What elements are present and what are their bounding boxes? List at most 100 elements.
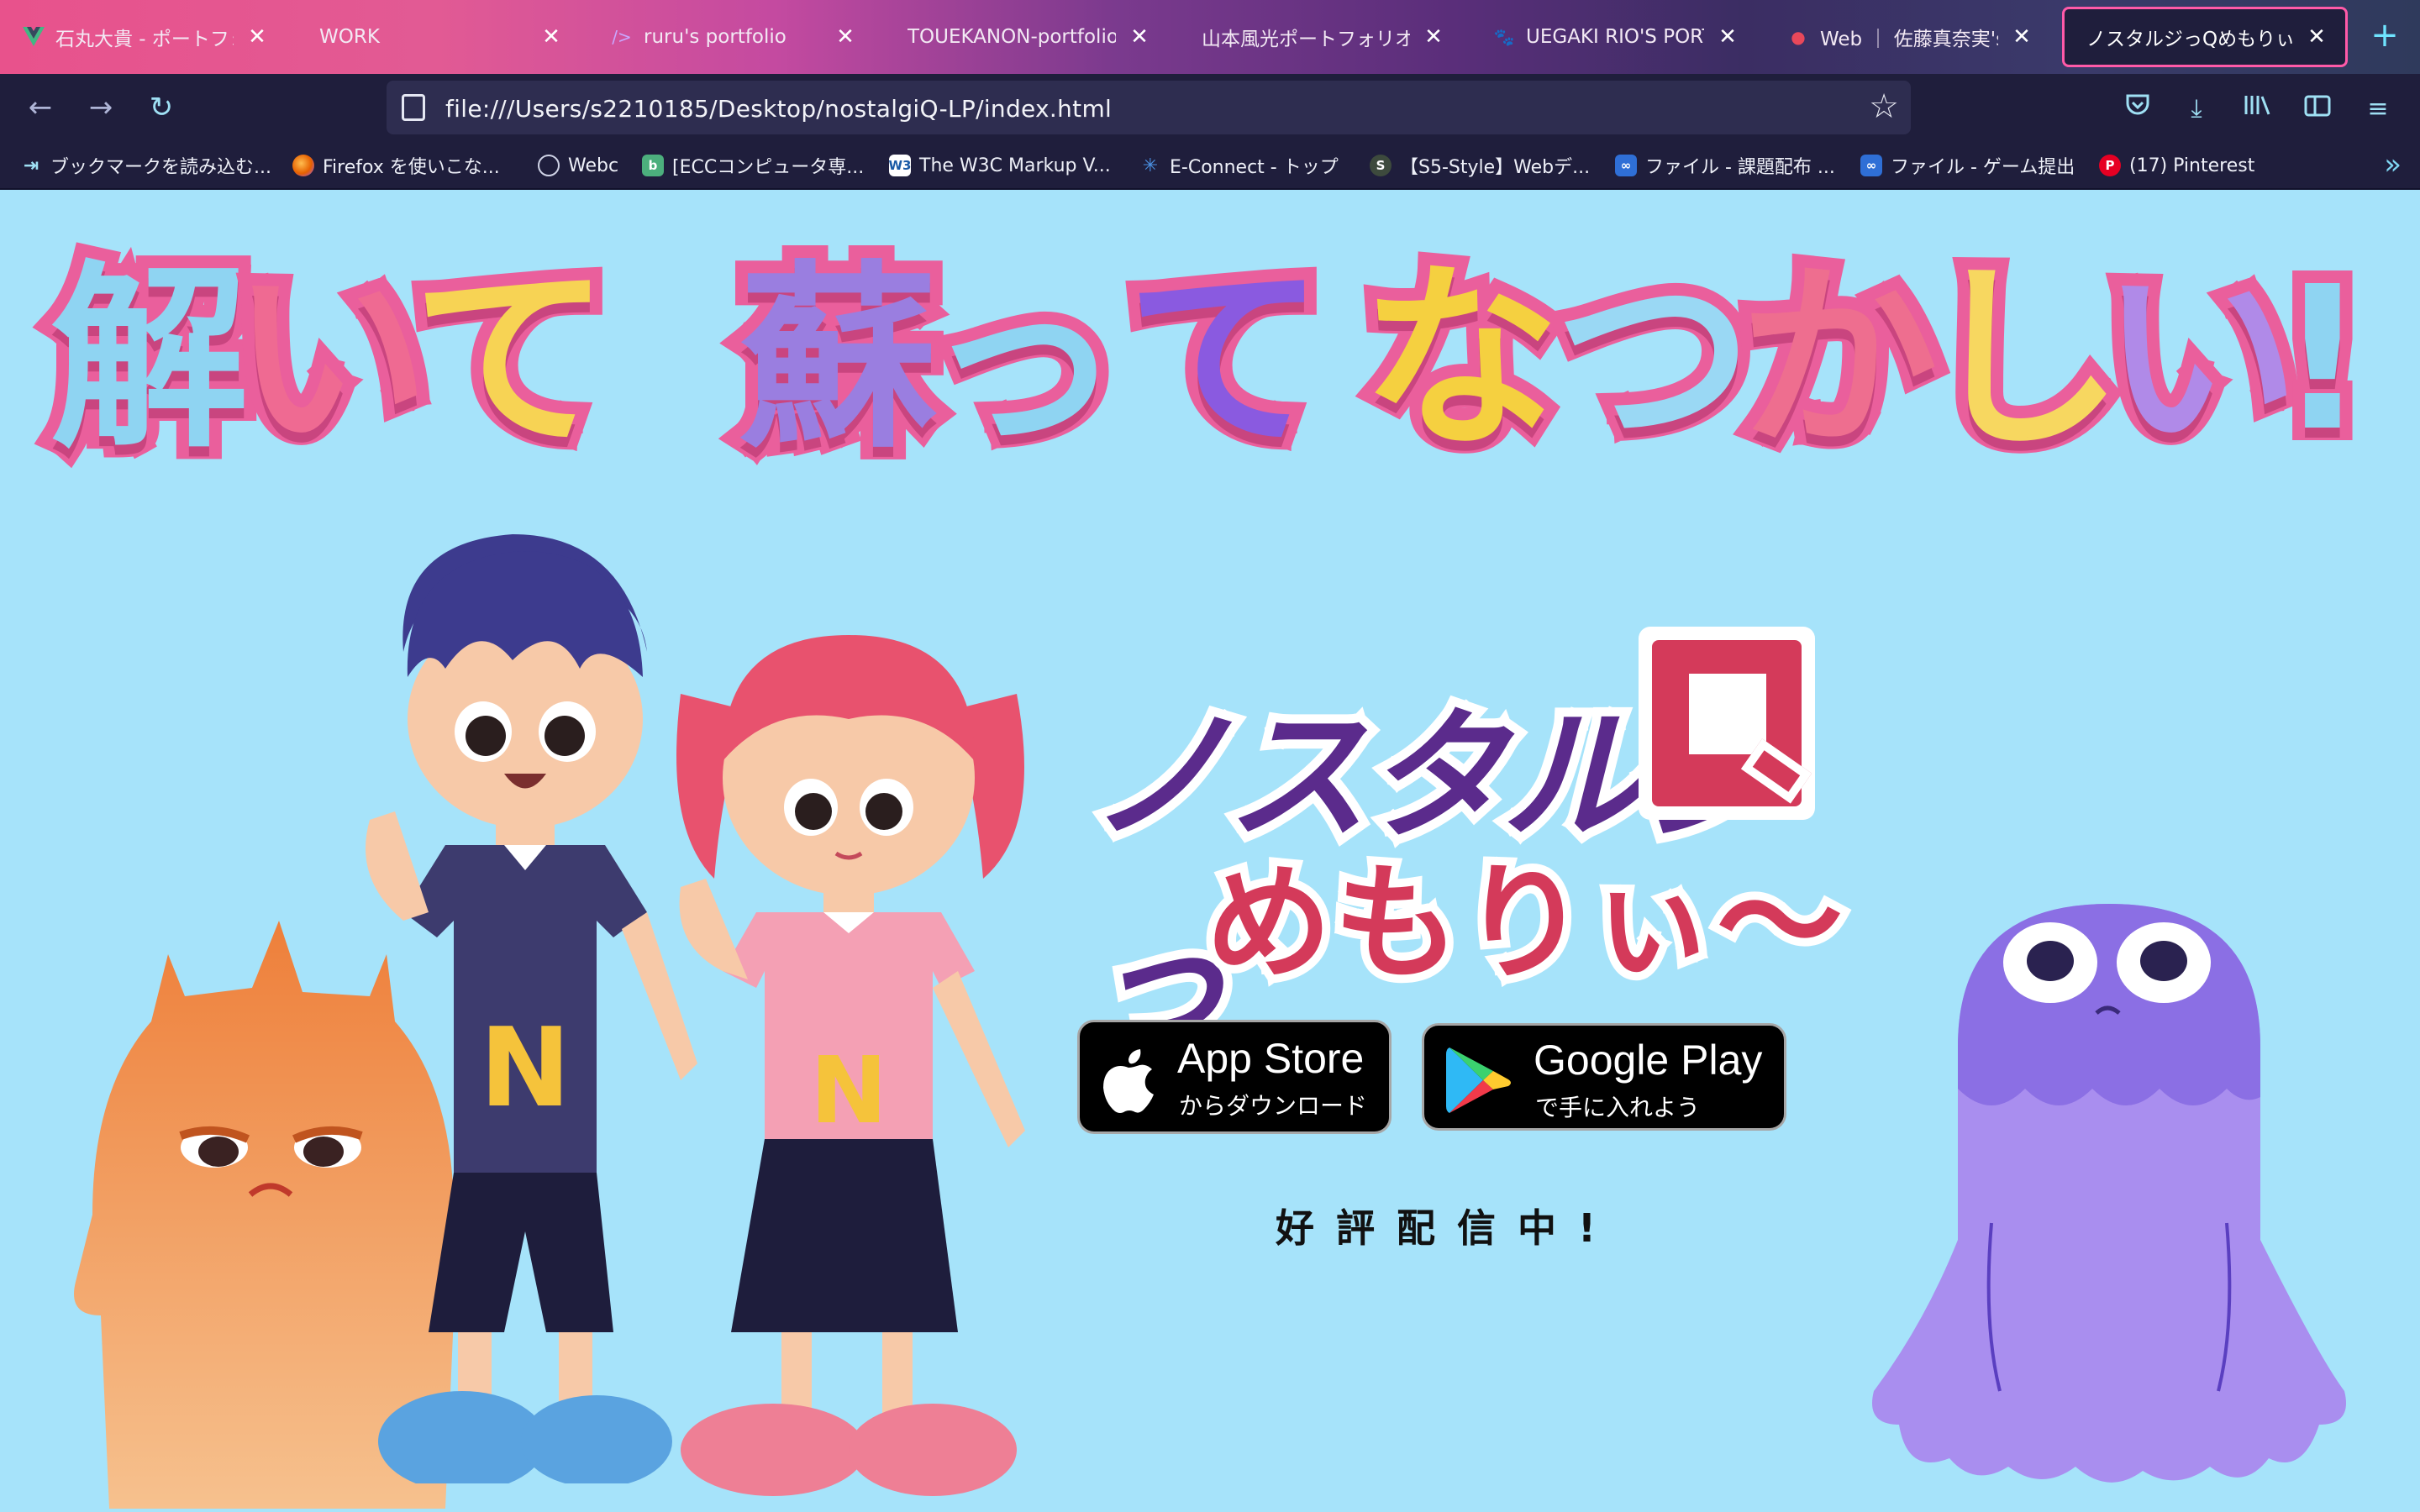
bookmark-label: (17) Pinterest	[2129, 155, 2255, 176]
bookmark-label: E-Connect - トップ	[1170, 157, 1339, 178]
bookmark-item[interactable]: ⇥ ブックマークを読み込む...	[20, 151, 271, 180]
headline-char: い	[2088, 238, 2312, 481]
headline-char: 蘇	[727, 238, 950, 481]
girl-character-illustration: N	[676, 635, 1025, 1496]
headline-char: な	[1349, 238, 1572, 481]
headline-char: て	[399, 238, 623, 481]
tab-title: WORK	[319, 26, 380, 48]
headline-char: !	[2265, 238, 2381, 481]
cloud-icon: ∞	[1860, 155, 1882, 176]
close-icon[interactable]: ✕	[1422, 24, 1445, 50]
close-icon[interactable]: ✕	[2305, 24, 2328, 50]
tab-2[interactable]: /> ruru's portfolio ✕	[588, 7, 874, 67]
game-logo: ノスタルジっ めもりぃ〜	[1071, 627, 1851, 1076]
bookmark-label: ファイル - ゲーム提出	[1891, 157, 2075, 178]
bookmark-label: [ECCコンピュータ専...	[672, 157, 865, 178]
svg-text:N: N	[480, 1004, 571, 1131]
bookmark-label: ブックマークを読み込む...	[50, 157, 271, 178]
tab-title: 山本風光ポートフォリオサイ	[1202, 29, 1410, 50]
hero-headline: 解 い て 蘇 っ て な つ か し い !	[38, 238, 2386, 481]
cat-icon: 🐾	[1493, 27, 1515, 47]
bookmark-item[interactable]: W3 The W3C Markup V...	[889, 151, 1111, 180]
new-tab-button[interactable]: +	[2368, 18, 2402, 52]
google-play-icon	[1446, 1047, 1511, 1113]
app-store-title: App Store	[1177, 1035, 1365, 1082]
bookmark-star-icon[interactable]: ☆	[1869, 87, 1899, 126]
tab-title: ノスタルジっQめもりぃ	[2086, 29, 2293, 50]
library-icon[interactable]	[2238, 91, 2275, 128]
back-arrow-icon[interactable]: ←	[24, 91, 57, 124]
close-icon[interactable]: ✕	[539, 24, 563, 50]
tab-0[interactable]: 石丸大貴 - ポートフォリ ✕	[0, 7, 286, 67]
bookmarks-bar: ⇥ ブックマークを読み込む... Firefox を使いこな... Webc b…	[0, 141, 2420, 190]
firefox-icon	[292, 155, 314, 176]
chevron-more-icon[interactable]: »	[2384, 148, 2402, 181]
headline-char: つ	[1542, 238, 1765, 481]
tab-3[interactable]: TOUEKANON-portfolio- ✕	[882, 7, 1168, 67]
bookmark-label: 【S5-Style】Webデ...	[1400, 157, 1591, 178]
tab-1[interactable]: WORK ✕	[294, 7, 580, 67]
vue-icon	[22, 25, 45, 49]
bookmark-item[interactable]: ∞ ファイル - ゲーム提出	[1860, 151, 2075, 180]
url-bar[interactable]: file:///Users/s2210185/Desktop/nostalgiQ…	[387, 81, 1911, 134]
tab-title: 石丸大貴 - ポートフォリ	[55, 29, 234, 50]
bookmark-item[interactable]: b [ECCコンピュータ専...	[642, 151, 864, 180]
headline-char: 解	[38, 238, 261, 481]
app-store-button[interactable]: App Store からダウンロード	[1077, 1020, 1392, 1134]
tab-active[interactable]: ノスタルジっQめもりぃ ✕	[2062, 7, 2348, 67]
close-icon[interactable]: ✕	[1128, 24, 1151, 50]
econnect-icon: ✳	[1142, 155, 1159, 176]
headline-char: か	[1727, 238, 1950, 481]
code-icon: />	[612, 27, 632, 47]
google-play-title: Google Play	[1534, 1037, 1763, 1084]
pinterest-icon: P	[2099, 155, 2121, 176]
sidebar-icon[interactable]	[2299, 91, 2336, 128]
bookmark-item[interactable]: Webc	[538, 151, 618, 180]
close-icon[interactable]: ✕	[2010, 24, 2033, 50]
reload-icon[interactable]: ↻	[145, 91, 178, 124]
app-store-subtitle: からダウンロード	[1179, 1092, 1368, 1120]
headline-char: し	[1912, 238, 2135, 481]
s-icon: S	[1370, 155, 1392, 176]
close-icon[interactable]: ✕	[245, 24, 269, 50]
bookmark-item[interactable]: ∞ ファイル - 課題配布 ...	[1615, 151, 1835, 180]
bookmark-item[interactable]: Firefox を使いこな...	[292, 151, 500, 180]
pocket-icon[interactable]	[2119, 91, 2156, 128]
logo-title-line2: めもりぃ〜	[1197, 843, 1851, 1005]
headline-char: っ	[912, 238, 1135, 481]
tab-title: ruru's portfolio	[644, 26, 786, 48]
tagline-now-available: 好評配信中!	[1276, 1205, 1618, 1251]
globe-icon	[538, 155, 560, 176]
bookmark-label: ファイル - 課題配布 ...	[1645, 157, 1835, 178]
forward-arrow-icon[interactable]: →	[84, 91, 118, 124]
close-icon[interactable]: ✕	[1716, 24, 1739, 50]
bookmark-item[interactable]: P (17) Pinterest	[2099, 151, 2254, 180]
purple-jellyfish-illustration	[1872, 904, 2346, 1483]
url-text: file:///Users/s2210185/Desktop/nostalgiQ…	[445, 95, 1113, 123]
w3c-icon: W3	[889, 155, 912, 176]
menu-icon[interactable]: ≡	[2360, 91, 2396, 128]
bookmark-label: Webc	[568, 155, 619, 176]
tab-5[interactable]: 🐾 UEGAKI RIO'S PORTFC ✕	[1470, 7, 1756, 67]
tab-4[interactable]: 山本風光ポートフォリオサイ ✕	[1176, 7, 1462, 67]
bookmark-item[interactable]: S 【S5-Style】Webデ...	[1370, 151, 1590, 180]
headline-char: い	[218, 238, 442, 481]
bookmark-label: Firefox を使いこな...	[323, 157, 500, 178]
logo-q-mark	[1639, 627, 1815, 820]
page-icon	[402, 94, 425, 121]
bookmark-item[interactable]: ✳ E-Connect - トップ	[1139, 151, 1339, 180]
google-play-subtitle: で手に入れよう	[1535, 1094, 1701, 1121]
apple-icon	[1103, 1049, 1154, 1113]
cloud-icon: ∞	[1615, 155, 1637, 176]
headline-char: て	[1113, 238, 1337, 481]
close-icon[interactable]: ✕	[834, 24, 857, 50]
landing-page: 解 い て 蘇 っ て な つ か し い ! N N ノスタルジっ めもりぃ〜…	[0, 190, 2420, 1512]
tab-title: TOUEKANON-portfolio-	[908, 26, 1116, 48]
tab-title: Web ｜ 佐藤真奈実's P	[1820, 29, 1998, 50]
b-icon: b	[642, 155, 664, 176]
download-icon[interactable]: ⤓	[2178, 91, 2215, 128]
import-icon: ⇥	[23, 155, 39, 176]
tab-title: UEGAKI RIO'S PORTFC	[1526, 26, 1704, 48]
tab-6[interactable]: ● Web ｜ 佐藤真奈実's P ✕	[1765, 7, 2050, 67]
google-play-button[interactable]: Google Play で手に入れよう	[1422, 1023, 1786, 1131]
